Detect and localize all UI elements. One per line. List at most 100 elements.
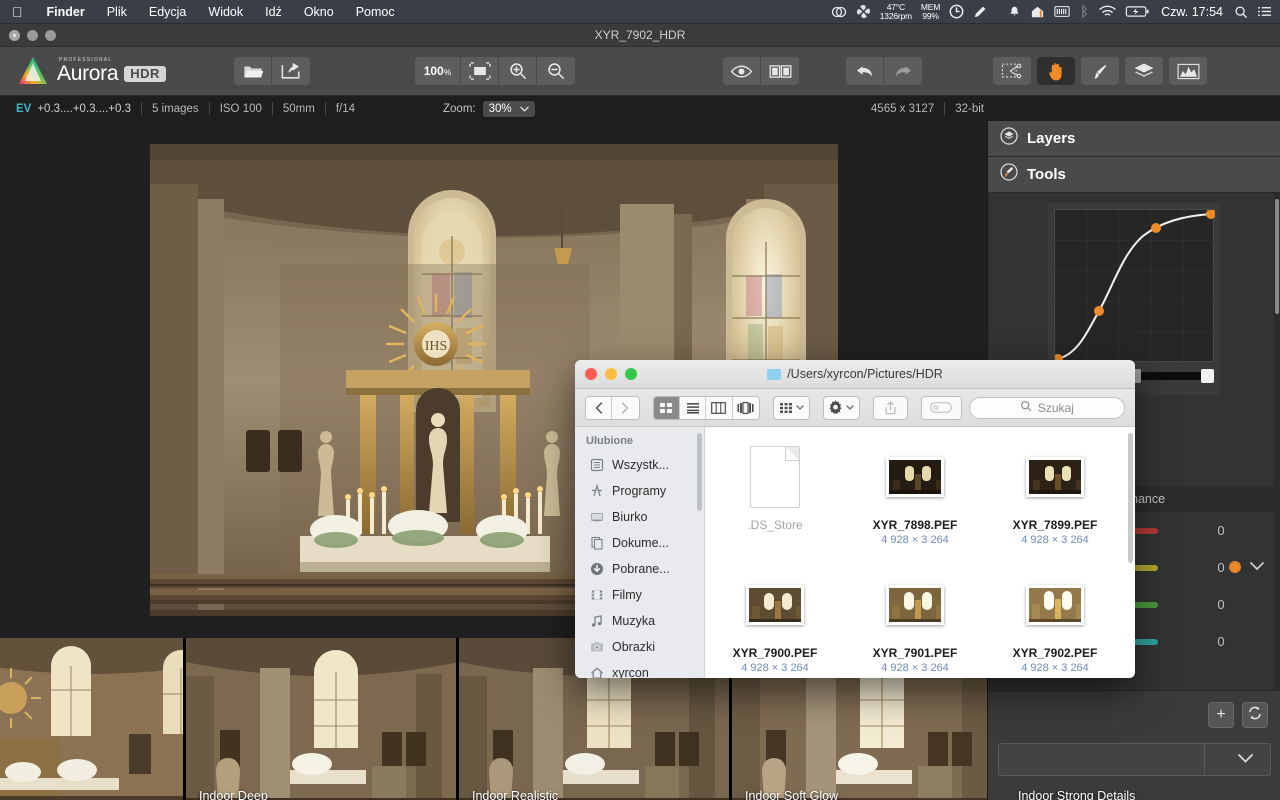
file-item[interactable]: XYR_7898.PEF 4 928 × 3 264: [845, 441, 985, 569]
list-view-button[interactable]: [679, 396, 707, 419]
creative-cloud-icon[interactable]: [831, 5, 847, 19]
add-layer-button[interactable]: +: [1208, 702, 1234, 728]
sidebar-item-obrazki[interactable]: Obrazki: [575, 634, 704, 660]
file-row: .DS_Store XYR_7898.PEF 4 928 × 3 264 XYR…: [705, 441, 1135, 569]
image-dimensions-area: 4565 x 3127 32-bit: [871, 102, 984, 115]
column-view-button[interactable]: [706, 396, 733, 419]
chevron-down-icon[interactable]: [1237, 751, 1254, 769]
divider: [944, 102, 946, 115]
panel-scroll-thumb[interactable]: [1275, 199, 1279, 314]
export-image-button[interactable]: [272, 57, 310, 85]
image-dimensions: 4565 x 3127: [870, 102, 935, 115]
file-grid[interactable]: .DS_Store XYR_7898.PEF 4 928 × 3 264 XYR…: [705, 427, 1135, 678]
aurora-logo: PROFESSIONAL Aurora HDR: [0, 55, 166, 87]
menu-item-finder[interactable]: Finder: [36, 5, 96, 19]
menu-item-okno[interactable]: Okno: [293, 5, 345, 19]
finder-window[interactable]: /Users/xyrcon/Pictures/HDR Szukaj Ulubio…: [575, 360, 1135, 678]
zoom-out-button[interactable]: [537, 57, 575, 85]
layers-panel-header[interactable]: Layers: [988, 121, 1280, 157]
menu-item-plik[interactable]: Plik: [96, 5, 138, 19]
file-item[interactable]: XYR_7902.PEF 4 928 × 3 264: [985, 569, 1125, 678]
redo-button[interactable]: [884, 57, 922, 85]
pan-hand-tool-button[interactable]: [1037, 57, 1075, 85]
aurora-window-title: XYR_7902_HDR: [594, 28, 686, 42]
bluetooth-icon[interactable]: [1079, 4, 1090, 19]
notification-center-icon[interactable]: [1257, 5, 1272, 18]
tools-panel-header[interactable]: Tools: [988, 157, 1280, 193]
brush-tool-button[interactable]: [1081, 57, 1119, 85]
menu-item-idz[interactable]: Idź: [254, 5, 293, 19]
icon-view-button[interactable]: [653, 396, 680, 419]
crop-tool-button[interactable]: [993, 57, 1031, 85]
preset-thumbnail[interactable]: Indoor Deep: [186, 638, 459, 800]
zoom-100-button[interactable]: 100%: [415, 57, 461, 85]
sidebar-item-dokumenty[interactable]: Dokume...: [575, 530, 704, 556]
preview-eye-button[interactable]: [723, 57, 761, 85]
white-point-handle[interactable]: [1201, 369, 1214, 383]
movies-icon: [589, 588, 605, 603]
memory-readout[interactable]: MEM 99%: [921, 2, 940, 21]
file-item[interactable]: .DS_Store: [705, 441, 845, 569]
menu-item-edycja[interactable]: Edycja: [138, 5, 198, 19]
tone-curve-graph[interactable]: [1053, 209, 1216, 364]
chevron-down-icon: [846, 404, 855, 410]
battery-charging-icon[interactable]: [1125, 5, 1150, 18]
undo-button[interactable]: [846, 57, 884, 85]
finder-title-bar: /Users/xyrcon/Pictures/HDR: [575, 360, 1135, 389]
green-luminance-value: 0: [1217, 597, 1225, 612]
finder-toolbar: Szukaj: [575, 389, 1135, 427]
applications-icon: [589, 484, 605, 499]
zoom-in-button[interactable]: [499, 57, 537, 85]
view-mode-buttons: [652, 395, 760, 420]
file-item[interactable]: XYR_7901.PEF 4 928 × 3 264: [845, 569, 985, 678]
layers-tool-button[interactable]: [1125, 57, 1163, 85]
sidebar-item-wszystkie[interactable]: Wszystk...: [575, 452, 704, 478]
menu-bar-clock[interactable]: Czw. 17:54: [1159, 5, 1225, 19]
back-button[interactable]: [586, 396, 613, 419]
menu-item-pomoc[interactable]: Pomoc: [345, 5, 406, 19]
tags-button-group: [921, 395, 962, 420]
fit-to-screen-button[interactable]: [461, 57, 499, 85]
flashlight-icon[interactable]: [973, 5, 987, 19]
image-info-bar: EV +0.3....+0.3....+0.3 5 images ISO 100…: [0, 96, 1280, 121]
edit-tags-button[interactable]: [922, 396, 961, 419]
zoom-100-value: 100: [423, 64, 444, 78]
sidebar-scroll-thumb[interactable]: [697, 433, 702, 511]
open-image-button[interactable]: [234, 57, 272, 85]
sidebar-item-filmy[interactable]: Filmy: [575, 582, 704, 608]
file-item[interactable]: XYR_7900.PEF 4 928 × 3 264: [705, 569, 845, 678]
histogram-tool-button[interactable]: [1169, 57, 1207, 85]
zoom-select[interactable]: 30%: [482, 100, 535, 117]
home-icon[interactable]: [1030, 5, 1045, 19]
sidebar-item-label: Biurko: [612, 510, 648, 524]
file-thumbnail: [1026, 441, 1084, 513]
sidebar-item-pobrane[interactable]: Pobrane...: [575, 556, 704, 582]
reset-button[interactable]: [1242, 702, 1268, 728]
sidebar-item-xyrcon[interactable]: xyrcon: [575, 660, 704, 678]
wifi-icon[interactable]: [1099, 5, 1116, 18]
temperature-fan-readout[interactable]: 47°C 1326rpm: [880, 2, 912, 21]
action-gear-button[interactable]: [823, 396, 859, 419]
preset-label: Indoor Deep: [199, 789, 268, 800]
preset-dropdown[interactable]: [998, 743, 1271, 776]
menu-item-widok[interactable]: Widok: [197, 5, 254, 19]
spotlight-search-icon[interactable]: [1234, 5, 1248, 19]
sidebar-item-programy[interactable]: Programy: [575, 478, 704, 504]
sidebar-item-biurko[interactable]: Biurko: [575, 504, 704, 530]
timemachine-icon[interactable]: [949, 4, 964, 19]
notification-bell-icon[interactable]: [1008, 5, 1021, 19]
display-brightness-icon[interactable]: [1054, 5, 1070, 18]
aurora-toolbar: PROFESSIONAL Aurora HDR 100%: [0, 47, 1280, 96]
apple-icon[interactable]: : [0, 5, 36, 19]
share-button[interactable]: [873, 396, 908, 419]
arrange-by-button[interactable]: [773, 396, 809, 419]
sidebar-item-muzyka[interactable]: Muzyka: [575, 608, 704, 634]
fan-speed-icon[interactable]: [856, 4, 871, 19]
forward-button[interactable]: [612, 396, 639, 419]
compare-split-button[interactable]: [761, 57, 799, 85]
file-item[interactable]: XYR_7899.PEF 4 928 × 3 264: [985, 441, 1125, 569]
grid-scroll-thumb[interactable]: [1128, 433, 1133, 563]
gallery-view-button[interactable]: [732, 396, 759, 419]
preset-thumbnail[interactable]: [0, 638, 186, 800]
search-input[interactable]: Szukaj: [968, 396, 1126, 419]
